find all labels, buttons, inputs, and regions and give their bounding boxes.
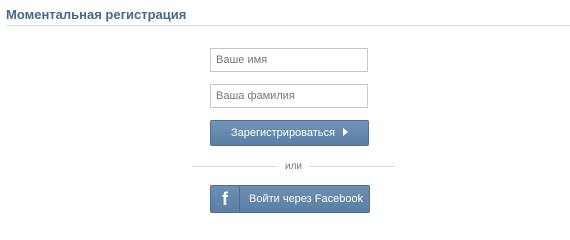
registration-panel: Моментальная регистрация Зарегистрироват…	[0, 0, 570, 230]
last-name-input[interactable]	[210, 84, 368, 108]
facebook-login-label: Войти через Facebook	[249, 193, 364, 205]
divider-line-right	[309, 166, 395, 167]
register-button[interactable]: Зарегистрироваться	[210, 120, 369, 146]
facebook-icon: f	[211, 186, 240, 212]
facebook-login-button[interactable]: f Войти через Facebook	[210, 185, 370, 213]
or-divider: или	[192, 160, 395, 174]
first-name-input[interactable]	[210, 48, 368, 72]
arrow-right-icon	[343, 128, 348, 137]
panel-header: Моментальная регистрация	[6, 4, 570, 26]
register-button-label: Зарегистрироваться	[230, 127, 335, 139]
page-title: Моментальная регистрация	[6, 7, 187, 22]
